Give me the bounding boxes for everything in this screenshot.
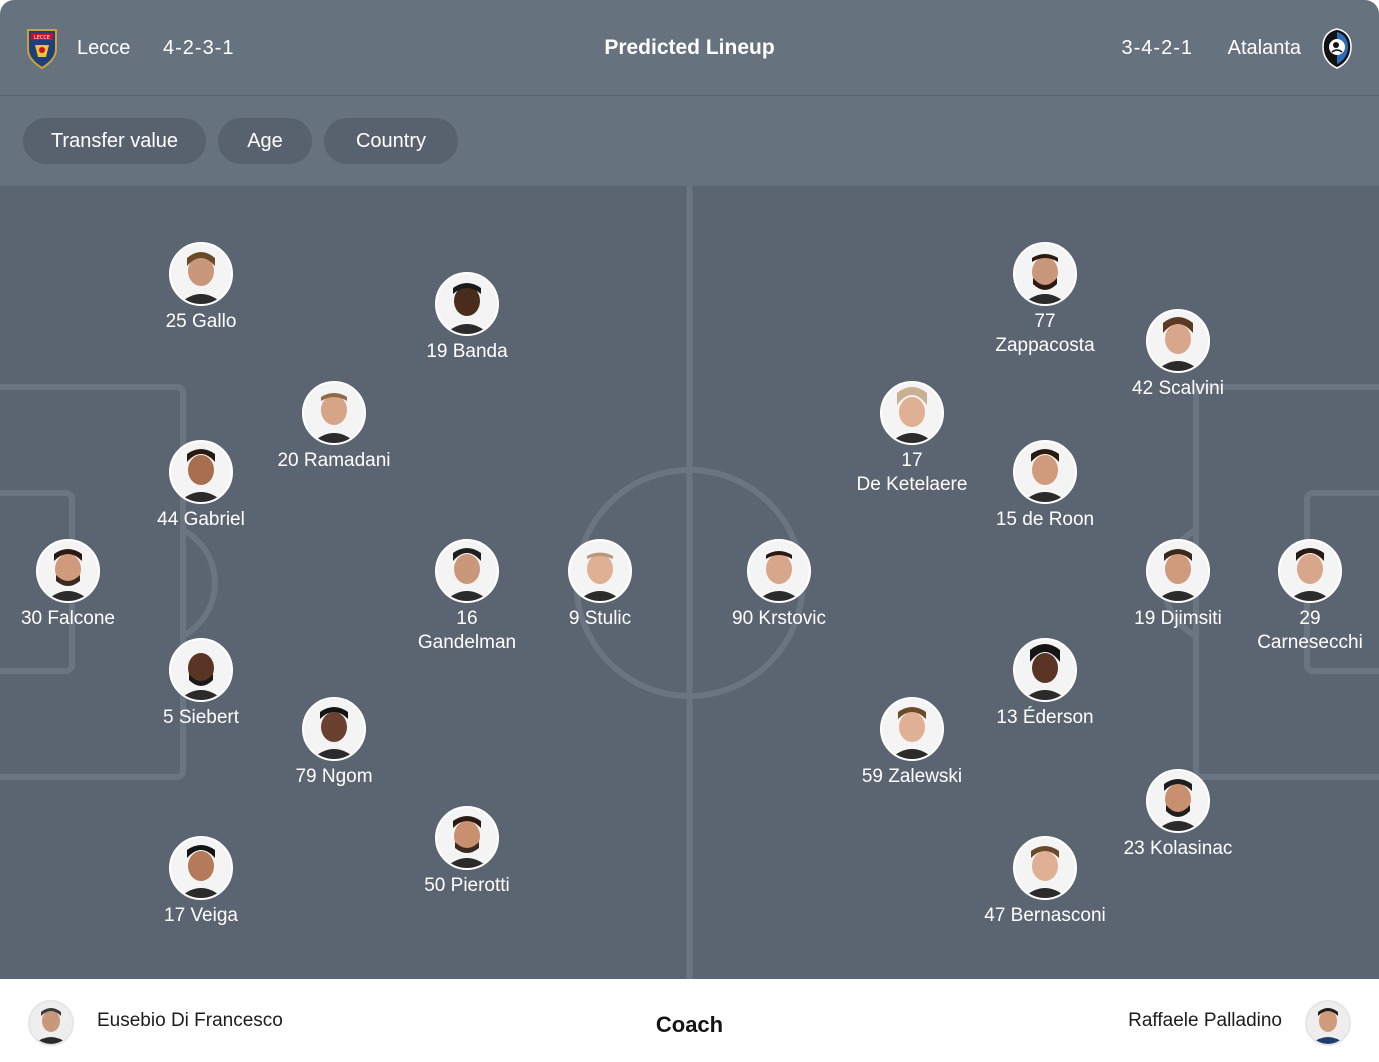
- away-coach-avatar[interactable]: [1305, 1000, 1351, 1046]
- player-away-scalvini[interactable]: 42 Scalvini: [1108, 309, 1248, 401]
- filter-age-button[interactable]: Age: [218, 118, 312, 164]
- atalanta-crest-icon[interactable]: [1320, 27, 1354, 69]
- player-label: 19 Banda: [426, 341, 508, 362]
- player-photo: [169, 242, 233, 306]
- player-photo: [880, 697, 944, 761]
- player-label: 5 Siebert: [162, 707, 240, 728]
- away-coach-name[interactable]: Raffaele Palladino: [1128, 1010, 1282, 1032]
- player-home-pierotti[interactable]: 50 Pierotti: [397, 806, 537, 898]
- player-label: 15 de Roon: [995, 509, 1095, 530]
- player-photo: [169, 836, 233, 900]
- lineup-widget: LECCE Lecce 4-2-3-1 Predicted Lineup 3-4…: [0, 0, 1379, 1062]
- filter-country-button[interactable]: Country: [324, 118, 458, 164]
- player-label: 90 Krstovic: [732, 608, 826, 629]
- away-formation: 3-4-2-1: [1121, 37, 1193, 59]
- player-label: 29 Carnesecchi: [1257, 608, 1363, 653]
- player-photo: [169, 440, 233, 504]
- player-label: 16 Gandelman: [417, 608, 517, 653]
- player-label: 20 Ramadani: [277, 450, 391, 471]
- player-label: 9 Stulic: [568, 608, 632, 629]
- player-home-siebert[interactable]: 5 Siebert: [131, 638, 271, 730]
- player-photo: [1013, 638, 1077, 702]
- player-photo: [1013, 242, 1077, 306]
- player-label: 17 De Ketelaere: [856, 450, 968, 495]
- coach-bar: Eusebio Di Francesco Coach Raffaele Pall…: [0, 979, 1379, 1062]
- player-photo: [1278, 539, 1342, 603]
- player-home-ramadani[interactable]: 20 Ramadani: [264, 381, 404, 473]
- player-photo: [1013, 440, 1077, 504]
- player-photo: [747, 539, 811, 603]
- player-away-bernasconi[interactable]: 47 Bernasconi: [975, 836, 1115, 928]
- player-photo: [36, 539, 100, 603]
- player-home-banda[interactable]: 19 Banda: [397, 272, 537, 364]
- away-team-name[interactable]: Atalanta: [1228, 36, 1301, 60]
- player-away-de-ketelaere[interactable]: 17 De Ketelaere: [842, 381, 982, 497]
- player-label: 17 Veiga: [164, 905, 238, 926]
- player-label: 44 Gabriel: [157, 509, 245, 530]
- pitch: 25 Gallo 19 Banda 20 Ramadani 44 Gabriel…: [0, 186, 1379, 979]
- player-away-krstovic[interactable]: 90 Krstovic: [709, 539, 849, 631]
- player-label: 79 Ngom: [295, 766, 373, 787]
- player-label: 50 Pierotti: [424, 875, 510, 896]
- player-away-zappacosta[interactable]: 77 Zappacosta: [975, 242, 1115, 358]
- player-photo: [1146, 309, 1210, 373]
- player-home-veiga[interactable]: 17 Veiga: [131, 836, 271, 928]
- player-away-carnesecchi[interactable]: 29 Carnesecchi: [1240, 539, 1379, 655]
- player-photo: [1146, 539, 1210, 603]
- player-away-de-roon[interactable]: 15 de Roon: [975, 440, 1115, 532]
- player-home-gabriel[interactable]: 44 Gabriel: [131, 440, 271, 532]
- player-photo: [1013, 836, 1077, 900]
- player-label: 23 Kolasinac: [1123, 838, 1233, 859]
- player-away-djimsiti[interactable]: 19 Djimsiti: [1108, 539, 1248, 631]
- player-label: 47 Bernasconi: [984, 905, 1106, 926]
- player-label: 25 Gallo: [165, 311, 237, 332]
- player-away-kolasinac[interactable]: 23 Kolasinac: [1108, 769, 1248, 861]
- player-photo: [302, 381, 366, 445]
- filter-transfer-value-button[interactable]: Transfer value: [23, 118, 206, 164]
- filter-bar: Transfer value Age Country: [0, 96, 1379, 186]
- player-home-ngom[interactable]: 79 Ngom: [264, 697, 404, 789]
- player-label: 13 Éderson: [996, 707, 1094, 728]
- player-home-stulic[interactable]: 9 Stulic: [530, 539, 670, 631]
- player-label: 30 Falcone: [20, 608, 116, 629]
- player-label: 77 Zappacosta: [995, 311, 1095, 356]
- player-photo: [435, 806, 499, 870]
- player-away-ederson[interactable]: 13 Éderson: [975, 638, 1115, 730]
- player-away-zalewski[interactable]: 59 Zalewski: [842, 697, 982, 789]
- player-home-gandelman[interactable]: 16 Gandelman: [397, 539, 537, 655]
- player-photo: [302, 697, 366, 761]
- player-photo: [1146, 769, 1210, 833]
- player-label: 42 Scalvini: [1132, 378, 1224, 399]
- player-photo: [435, 539, 499, 603]
- player-home-falcone[interactable]: 30 Falcone: [0, 539, 138, 631]
- player-label: 19 Djimsiti: [1134, 608, 1222, 629]
- player-photo: [568, 539, 632, 603]
- player-photo: [169, 638, 233, 702]
- lineup-header: LECCE Lecce 4-2-3-1 Predicted Lineup 3-4…: [0, 0, 1379, 96]
- player-home-gallo[interactable]: 25 Gallo: [131, 242, 271, 334]
- player-photo: [880, 381, 944, 445]
- player-photo: [435, 272, 499, 336]
- player-label: 59 Zalewski: [861, 766, 963, 787]
